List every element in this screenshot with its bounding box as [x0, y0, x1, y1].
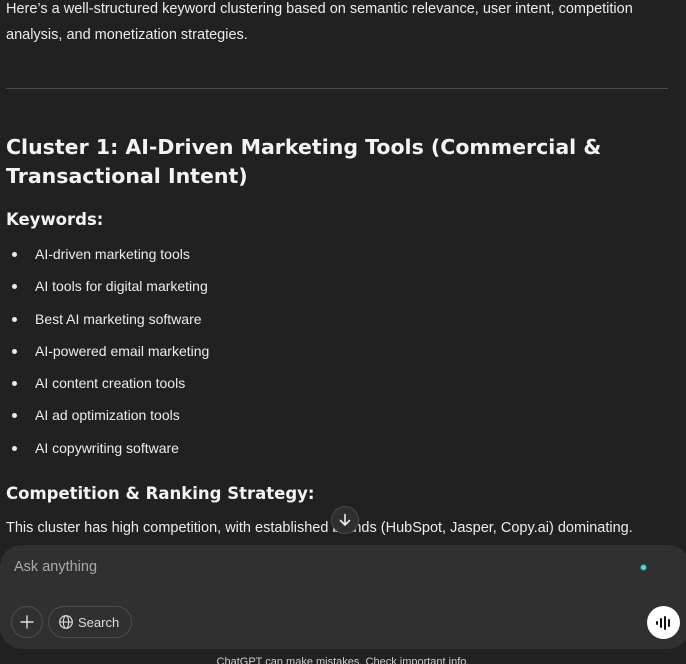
keyword-text: Best AI marketing software	[35, 310, 202, 327]
bullet	[12, 316, 17, 322]
keyword-text: AI content creation tools	[35, 375, 186, 392]
prompt-input[interactable]: Ask anything	[14, 557, 97, 577]
list-item: AI content creation tools	[6, 367, 209, 399]
keyword-text: AI-driven marketing tools	[35, 246, 190, 262]
arrow-down-icon	[339, 513, 351, 526]
horizontal-rule	[6, 88, 668, 89]
scroll-to-bottom-button[interactable]	[331, 506, 359, 534]
voice-mode-button[interactable]	[647, 606, 680, 639]
globe-icon	[59, 615, 73, 629]
disclaimer-text: ChatGPT can make mistakes. Check importa…	[216, 656, 470, 664]
keywords-list: AI-driven marketing tools AI tools for d…	[6, 238, 209, 464]
list-item: AI ad optimization tools	[6, 399, 209, 431]
list-item: Best AI marketing software	[6, 303, 209, 335]
competition-heading: Competition & Ranking Strategy:	[6, 484, 315, 503]
list-item: AI tools for digital marketing	[6, 270, 209, 302]
list-item: AI-driven marketing tools	[6, 238, 209, 270]
bullet	[12, 381, 17, 387]
search-button[interactable]: Search	[48, 606, 133, 638]
list-item: AI-powered email marketing	[6, 335, 209, 367]
chat-page: Here’s a well-structured keyword cluster…	[0, 0, 686, 664]
intro-paragraph: Here’s a well-structured keyword cluster…	[6, 1, 633, 43]
keyword-text: AI tools for digital marketing	[35, 278, 208, 295]
keywords-heading: Keywords:	[6, 210, 104, 229]
attach-button[interactable]	[11, 606, 43, 638]
keyword-text: AI copywriting software	[35, 439, 179, 456]
bullet	[12, 348, 17, 354]
keyword-text: AI-powered email marketing	[35, 342, 210, 359]
bullet	[12, 413, 17, 419]
bullet	[12, 445, 17, 451]
keyword-text: AI ad optimization tools	[35, 407, 180, 424]
bullet	[12, 252, 17, 257]
status-dot	[640, 564, 647, 571]
list-item: AI copywriting software	[6, 432, 209, 464]
composer: Ask anything Search	[0, 545, 686, 649]
plus-icon	[20, 615, 34, 629]
voice-waveform-icon	[655, 615, 670, 630]
cluster-title: Cluster 1: AI-Driven Marketing Tools (Co…	[6, 135, 602, 188]
search-label: Search	[78, 614, 120, 630]
bullet	[12, 284, 17, 290]
